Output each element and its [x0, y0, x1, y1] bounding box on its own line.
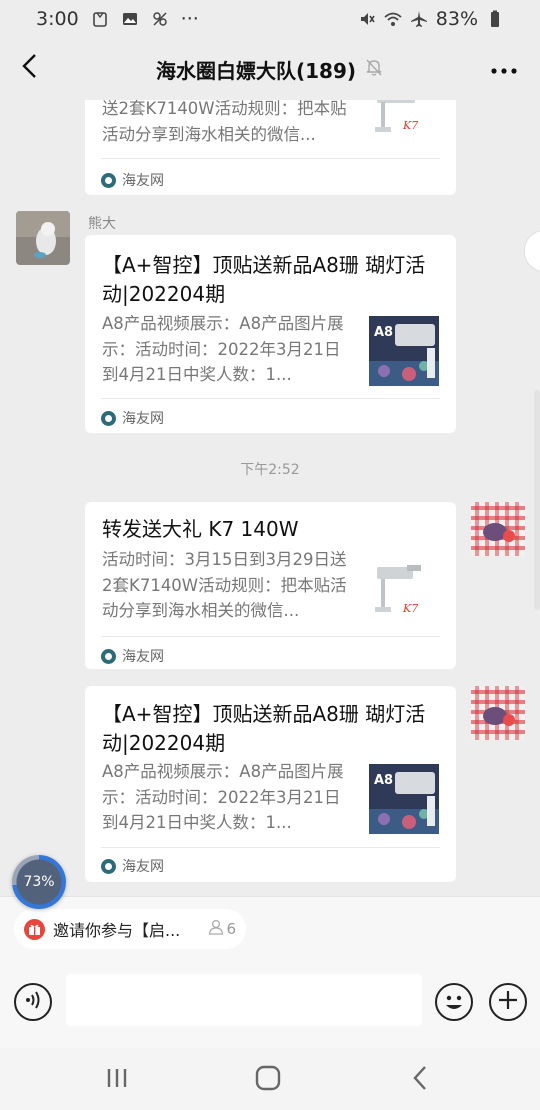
- back-button[interactable]: [10, 48, 50, 88]
- pinned-invite-chip[interactable]: 邀请你参与【启... 6: [14, 909, 246, 949]
- progress-badge[interactable]: 73%: [12, 855, 66, 909]
- avatar-xiongda[interactable]: [16, 211, 70, 265]
- gallery-icon: [121, 10, 139, 28]
- chat-title: 海水圈白嫖大队(189): [155, 58, 357, 83]
- link-card-desc: 送2套K7140W活动规则：把本贴活动分享到海水相关的微信...: [102, 100, 347, 144]
- card-divider: [101, 636, 440, 637]
- card-source: 海友网: [101, 170, 164, 190]
- pinned-text: 邀请你参与【启...: [53, 921, 181, 940]
- link-card-a8-outgoing[interactable]: 【A+智控】顶贴送新品A8珊 瑚灯活动|202204期 A8产品视频展示：A8产…: [85, 686, 456, 882]
- gift-icon: [24, 918, 45, 940]
- scrollbar[interactable]: [534, 390, 540, 610]
- source-logo-icon: [101, 172, 116, 188]
- wifi-icon: [384, 10, 402, 28]
- card-divider: [101, 158, 440, 159]
- pinned-bar: 邀请你参与【启... 6: [0, 896, 540, 958]
- voice-button[interactable]: [14, 983, 52, 1021]
- home-button[interactable]: [248, 1060, 288, 1100]
- recent-apps-button[interactable]: [97, 1060, 137, 1100]
- sender-name: 熊大: [88, 216, 116, 232]
- card-source: 海友网: [101, 646, 164, 666]
- link-card-title: 【A+智控】顶贴送新品A8珊 瑚灯活动|202204期: [102, 702, 426, 755]
- card-source: 海友网: [101, 856, 164, 876]
- link-card-desc: A8产品视频展示：A8产品图片展示：活动时间：2022年3月21日到4月21日中…: [102, 314, 344, 384]
- input-bar: [0, 958, 540, 1048]
- recent-apps-icon: [105, 1066, 129, 1094]
- thumb-a8-label: A8: [374, 773, 393, 788]
- chevron-left-icon: [20, 52, 40, 84]
- avatar-me[interactable]: [471, 502, 525, 556]
- participant-count-value: 6: [226, 920, 236, 938]
- link-card-partial[interactable]: 送2套K7140W活动规则：把本贴活动分享到海水相关的微信... K7 海友网: [85, 100, 456, 195]
- source-logo-icon: [101, 858, 116, 874]
- source-logo-icon: [101, 648, 116, 664]
- message-input[interactable]: [66, 974, 422, 1026]
- emoji-icon: [437, 995, 471, 1023]
- a8-light-thumbnail: A8: [369, 316, 439, 386]
- card-source: 海友网: [101, 408, 164, 428]
- source-name: 海友网: [122, 859, 164, 875]
- link-card-desc: 活动时间：3月15日到3月29日送2套K7140W活动规则：把本贴活动分享到海水…: [102, 550, 347, 620]
- a8-light-thumbnail: A8: [369, 764, 439, 834]
- airplane-icon: [410, 10, 428, 28]
- more-functions-button[interactable]: [489, 983, 527, 1021]
- more-dots-icon: [490, 60, 518, 79]
- voice-icon: [22, 989, 44, 1015]
- link-card-title: 转发送大礼 K7 140W: [102, 517, 299, 541]
- system-back-button[interactable]: [400, 1060, 440, 1100]
- progress-percent: 73%: [23, 874, 55, 890]
- home-icon: [255, 1065, 281, 1095]
- link-card-a8-incoming[interactable]: 【A+智控】顶贴送新品A8珊 瑚灯活动|202204期 A8产品视频展示：A8产…: [85, 235, 456, 433]
- k7-light-thumbnail: K7: [367, 100, 437, 142]
- thumb-a8-label: A8: [374, 325, 393, 340]
- card-divider: [101, 398, 440, 399]
- status-more-dots: ···: [180, 8, 199, 30]
- link-card-title: 【A+智控】顶贴送新品A8珊 瑚灯活动|202204期: [102, 253, 426, 306]
- source-name: 海友网: [122, 173, 164, 189]
- link-card-desc: A8产品视频展示：A8产品图片展示：活动时间：2022年3月21日到4月21日中…: [102, 762, 344, 832]
- side-pull-tab[interactable]: [524, 230, 540, 272]
- battery-percent: 83%: [435, 8, 478, 30]
- source-name: 海友网: [122, 411, 164, 427]
- chevron-left-icon: [412, 1065, 428, 1095]
- link-icon: [151, 10, 169, 28]
- avatar-me[interactable]: [471, 686, 525, 740]
- status-bar: 3:00 ··· 83%: [0, 0, 540, 38]
- card-divider: [101, 847, 440, 848]
- mute-bell-icon: [364, 57, 384, 81]
- more-options-button[interactable]: [484, 52, 524, 86]
- message-list[interactable]: 送2套K7140W活动规则：把本贴活动分享到海水相关的微信... K7 海友网 …: [0, 100, 540, 895]
- thumb-k7-label: K7: [402, 602, 418, 615]
- source-name: 海友网: [122, 649, 164, 665]
- source-logo-icon: [101, 410, 116, 426]
- svg-text:K7: K7: [402, 119, 418, 132]
- status-time: 3:00: [36, 8, 79, 30]
- emoji-button[interactable]: [435, 983, 473, 1021]
- message-timestamp: 下午2:52: [240, 462, 300, 478]
- system-nav-bar: [0, 1048, 540, 1110]
- clipboard-icon: [91, 10, 109, 28]
- link-card-k7-outgoing[interactable]: 转发送大礼 K7 140W 活动时间：3月15日到3月29日送2套K7140W活…: [85, 502, 456, 669]
- mute-icon: [358, 10, 376, 28]
- chat-header: 海水圈白嫖大队(189): [0, 38, 540, 100]
- k7-light-thumbnail: K7: [367, 557, 437, 627]
- person-icon: [208, 919, 224, 939]
- participant-count: 6: [208, 919, 236, 939]
- battery-icon: [486, 10, 504, 28]
- plus-icon: [497, 989, 519, 1015]
